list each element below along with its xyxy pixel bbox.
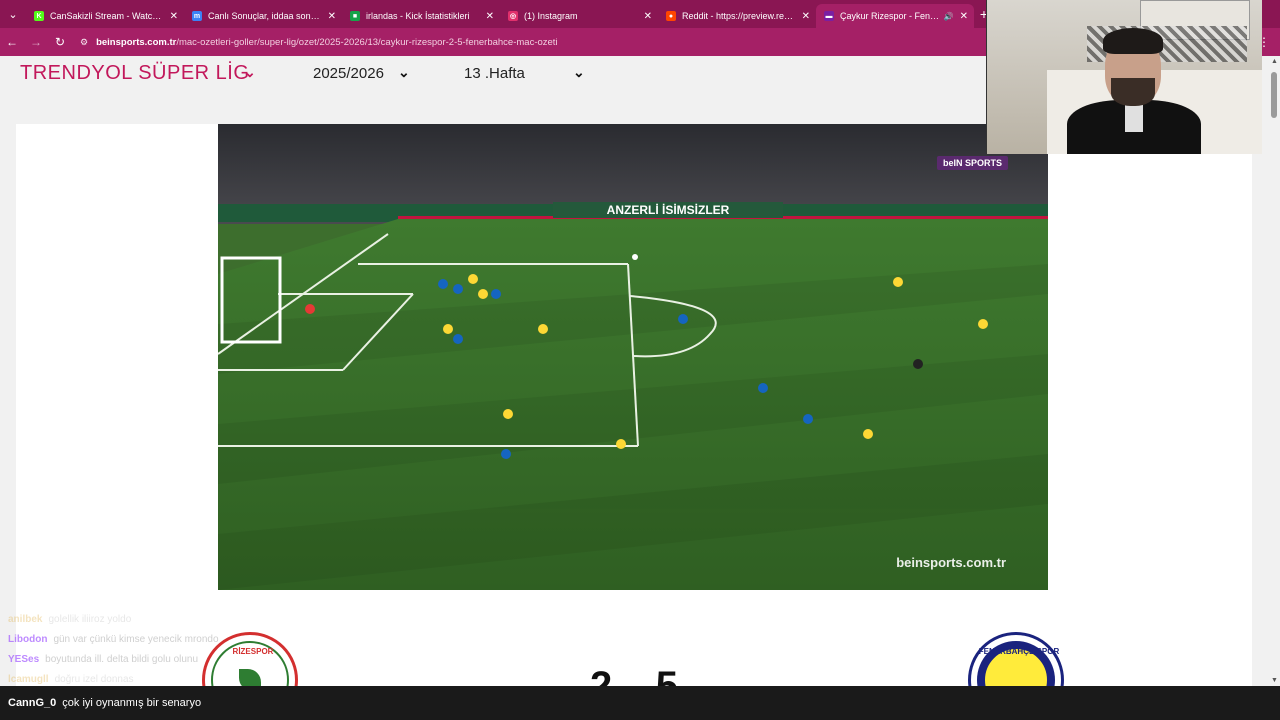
chat-line: anilbek golellik iliiroz yoldo [0, 610, 300, 630]
browser-tab[interactable]: ■ irlandas - Kick İstatistikleri ✕ [342, 4, 500, 28]
reload-icon[interactable]: ↻ [48, 35, 72, 49]
league-selector[interactable]: TRENDYOL SÜPER LİG [20, 62, 249, 85]
tab-title: Reddit - https://preview.redd.it [682, 11, 796, 21]
tab-title: CanSakizli Stream - Watch Live [50, 11, 164, 21]
ad-board-text: ANZERLİ İSİMSİZLER [607, 202, 730, 217]
close-tab-icon[interactable]: ✕ [170, 11, 178, 22]
away-crest-text: FENERBAHÇE SPOR [978, 647, 1060, 656]
url-path: /mac-ozetleri-goller/super-lig/ozet/2025… [176, 36, 558, 48]
tab-favicon-icon: ◎ [508, 11, 518, 21]
tab-title: irlandas - Kick İstatistikleri [366, 11, 470, 21]
page-scrollbar[interactable]: ▲ ▼ [1268, 56, 1280, 686]
chat-username: anilbek [8, 614, 43, 625]
video-frame: ANZERLİ İSİMSİZLER [218, 124, 1048, 590]
match-filters: TRENDYOL SÜPER LİG ⌄ 2025/2026 ⌄ 13 .Haf… [0, 56, 1000, 94]
week-selector[interactable]: 13 .Hafta [464, 65, 525, 82]
scroll-up-icon[interactable]: ▲ [1271, 58, 1278, 65]
close-tab-icon[interactable]: ✕ [328, 11, 336, 22]
close-tab-icon[interactable]: ✕ [802, 11, 810, 22]
chat-line: Libodon gün var çünkü kimse yenecik mrond… [0, 630, 300, 650]
scroll-down-icon[interactable]: ▼ [1271, 677, 1278, 684]
tab-favicon-icon: ▬ [824, 11, 834, 21]
browser-tab[interactable]: ▬ Çaykur Rizespor - Fenerbahçe 🔊 ✕ [816, 4, 974, 28]
chat-message: gün var çünkü kimse yenecik mrondo [53, 634, 219, 645]
chat-username: YESes [8, 654, 40, 665]
latest-chat-message: CannG_0 çok iyi oynanmış bir senaryo [0, 686, 1280, 720]
chat-line: YESes boyutunda ill. delta bildi golu olu… [0, 650, 300, 670]
tab-favicon-icon: ● [666, 11, 676, 21]
close-tab-icon[interactable]: ✕ [960, 11, 968, 22]
stream-chat-overlay: anilbek golellik iliiroz yoldo Libodon gün … [0, 610, 300, 690]
tab-search-icon[interactable]: ⌄ [0, 0, 26, 28]
browser-tab[interactable]: K CanSakizli Stream - Watch Live ✕ [26, 4, 184, 28]
tab-title: (1) Instagram [524, 11, 578, 21]
close-tab-icon[interactable]: ✕ [644, 11, 652, 22]
video-player[interactable]: ANZERLİ İSİMSİZLER beIN SPORTS beinsport… [218, 124, 1048, 590]
chat-message: golellik iliiroz yoldo [48, 614, 132, 625]
chat-username: CannG_0 [8, 697, 57, 709]
tab-favicon-icon: K [34, 11, 44, 21]
channel-logo: beIN SPORTS [936, 156, 1008, 170]
chat-message: boyutunda ill. delta bildi golu olunu [45, 654, 199, 665]
chat-message: doğru izel donnas [54, 674, 134, 685]
tab-favicon-icon: m [192, 11, 202, 21]
season-selector[interactable]: 2025/2026 [313, 65, 384, 82]
chevron-down-icon[interactable]: ⌄ [398, 64, 410, 81]
back-icon[interactable]: ← [0, 35, 24, 49]
scroll-thumb[interactable] [1271, 72, 1277, 118]
streamer-webcam [986, 0, 1262, 154]
browser-tab[interactable]: m Canlı Sonuçlar, iddaa sonuçları ✕ [184, 4, 342, 28]
chevron-down-icon[interactable]: ⌄ [244, 64, 256, 81]
tab-audio-icon[interactable]: 🔊 [944, 12, 954, 21]
site-info-icon[interactable]: ⚙ [80, 37, 88, 48]
tab-favicon-icon: ■ [350, 11, 360, 21]
video-watermark: beinsports.com.tr [896, 555, 1006, 570]
browser-tab[interactable]: ◎ (1) Instagram ✕ [500, 4, 658, 28]
close-tab-icon[interactable]: ✕ [486, 11, 494, 22]
chat-username: Libodon [8, 634, 48, 645]
tab-title: Çaykur Rizespor - Fenerbahçe [840, 11, 940, 21]
browser-tab[interactable]: ● Reddit - https://preview.redd.it ✕ [658, 4, 816, 28]
chat-message: çok iyi oynanmış bir senaryo [62, 697, 202, 709]
url-host: beinsports.com.tr [96, 36, 177, 48]
chat-username: lcamugll [8, 674, 49, 685]
tab-title: Canlı Sonuçlar, iddaa sonuçları [208, 11, 322, 21]
url-field[interactable]: ⚙ beinsports.com.tr /mac-ozetleri-goller… [80, 37, 558, 48]
match-score: 2 - 5 [590, 664, 681, 686]
forward-icon[interactable]: → [24, 35, 48, 49]
chevron-down-icon[interactable]: ⌄ [573, 64, 585, 81]
